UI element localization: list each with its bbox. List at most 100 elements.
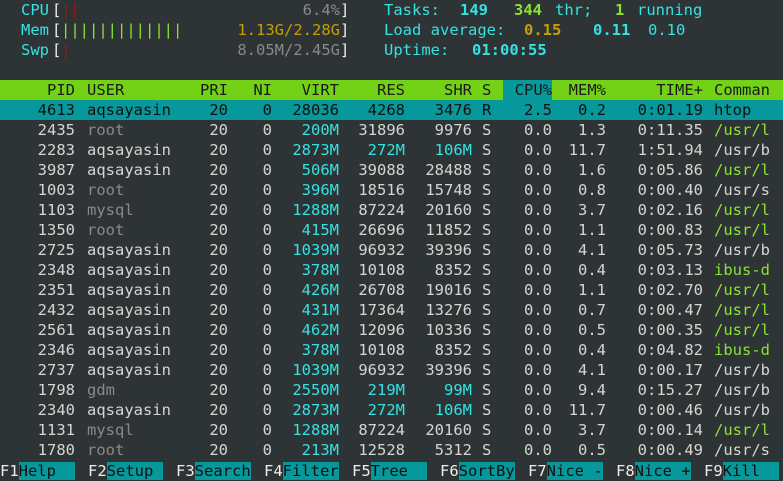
process-time: 0:00.14	[637, 421, 703, 439]
process-user: root	[87, 181, 125, 199]
process-user: root	[87, 121, 125, 139]
process-user: aqsayasin	[87, 241, 171, 259]
process-row[interactable]: 2561 aqsayasin 20 0 462M 12096 10336 S 0.0 0.5 0:0…	[0, 320, 783, 340]
process-pri: 20	[209, 401, 228, 419]
swap-meter-bars: |	[61, 41, 71, 59]
process-time: 0:04.82	[637, 341, 703, 359]
column-virt[interactable]: VIRT	[282, 80, 339, 100]
process-row[interactable]: 2435 root 20 0 200M 31896 9976 S 0.0 1.3 0:11.35/u…	[0, 120, 783, 140]
fkey-f9[interactable]: F9Kill	[704, 461, 779, 481]
process-mem: 3.7	[578, 421, 606, 439]
process-pid: 2725	[37, 241, 75, 259]
process-user: aqsayasin	[87, 301, 171, 319]
process-cpu: 0.0	[524, 401, 552, 419]
process-virt: 28036	[292, 101, 339, 119]
process-virt: 431M	[301, 301, 339, 319]
process-user: aqsayasin	[87, 141, 171, 159]
process-row[interactable]: 1798 gdm 20 0 2550M 219M 99M S 0.0 9.4 0:15.27/usr…	[0, 380, 783, 400]
process-cpu: 0.0	[524, 301, 552, 319]
process-ni: 0	[262, 181, 272, 199]
process-user: aqsayasin	[87, 281, 171, 299]
process-ni: 0	[262, 101, 272, 119]
process-cpu: 0.0	[524, 161, 552, 179]
process-ni: 0	[262, 361, 272, 379]
process-res: 12528	[358, 441, 405, 459]
process-user: aqsayasin	[87, 321, 171, 339]
column-pri[interactable]: PRI	[190, 80, 228, 100]
process-cpu: 0.0	[524, 241, 552, 259]
column-pid[interactable]: PID	[20, 80, 75, 100]
fkey-f1[interactable]: F1Help	[0, 461, 75, 481]
uptime-value: 01:00:55	[472, 41, 547, 59]
fkey-label: Filter	[282, 462, 339, 480]
process-user: aqsayasin	[87, 261, 171, 279]
process-cpu: 0.0	[524, 381, 552, 399]
column-cpu-sorted[interactable]: CPU%	[503, 80, 552, 100]
process-shr: 20160	[425, 421, 472, 439]
process-row[interactable]: 1131 mysql 20 0 1288M 87224 20160 S 0.0 3.7 0:00.1…	[0, 420, 783, 440]
process-virt: 1288M	[292, 421, 339, 439]
process-s: S	[482, 361, 492, 379]
fkey-number: F1	[0, 462, 19, 480]
column-user[interactable]: USER	[87, 80, 124, 100]
process-row[interactable]: 1350 root 20 0 415M 26696 11852 S 0.0 1.1 0:00.83 /…	[0, 220, 783, 240]
fkey-f3[interactable]: F3Search	[176, 461, 251, 481]
column-state[interactable]: S	[482, 80, 491, 100]
process-row[interactable]: 2725 aqsayasin 20 0 1039M 96932 39396 S 0.0 4.1 0:…	[0, 240, 783, 260]
load-5min: 0.11	[593, 21, 631, 39]
process-pid: 2561	[37, 321, 75, 339]
process-virt: 396M	[301, 181, 339, 199]
process-user: root	[87, 221, 125, 239]
process-row[interactable]: 2346 aqsayasin 20 0 378M 10108 8352 S 0.0 0.4 0:04…	[0, 340, 783, 360]
tasks-count: 149	[460, 1, 488, 19]
fkey-f4[interactable]: F4Filter	[264, 461, 339, 481]
process-row-selected[interactable]: 4613 aqsayasin 20 0 28036 4268 3476 R 2.5 0.2 0:01…	[0, 100, 783, 120]
process-cpu: 2.5	[524, 101, 552, 119]
process-time: 0:00.83	[637, 221, 703, 239]
column-mem[interactable]: MEM%	[556, 80, 606, 100]
process-cmd: ibus-d	[714, 261, 770, 279]
process-row[interactable]: 2351 aqsayasin 20 0 426M 26708 19016 S 0.0 1.1 0:0…	[0, 280, 783, 300]
process-ni: 0	[262, 201, 272, 219]
column-time[interactable]: TIME+	[615, 80, 703, 100]
process-row[interactable]: 2283 aqsayasin 20 0 2873M 272M 106M S 0.0 11.7 1:5…	[0, 140, 783, 160]
column-ni[interactable]: NI	[240, 80, 272, 100]
process-pid: 1350	[37, 221, 75, 239]
fkey-f8[interactable]: F8Nice +	[616, 461, 691, 481]
process-row[interactable]: 3987 aqsayasin 20 0 506M 39088 28488 S 0.0 1.6 0:0…	[0, 160, 783, 180]
fkey-f7[interactable]: F7Nice -	[528, 461, 603, 481]
process-ni: 0	[262, 281, 272, 299]
process-row[interactable]: 1003 root 20 0 396M 18516 15748 S 0.0 0.8 0:00.40 /…	[0, 180, 783, 200]
process-row[interactable]: 2348 aqsayasin 20 0 378M 10108 8352 S 0.0 0.4 0:03…	[0, 260, 783, 280]
process-row[interactable]: 2340 aqsayasin 20 0 2873M 272M 106M S 0.0 11.7 0:0…	[0, 400, 783, 420]
process-mem: 1.6	[578, 161, 606, 179]
column-res[interactable]: RES	[345, 80, 405, 100]
fkey-f2[interactable]: F2Setup	[88, 461, 163, 481]
process-row[interactable]: 2737 aqsayasin 20 0 1039M 96932 39396 S 0.0 4.1 0:…	[0, 360, 783, 380]
process-mem: 4.1	[578, 241, 606, 259]
process-virt: 213M	[301, 441, 339, 459]
load-1min: 0.15	[524, 21, 562, 39]
process-cpu: 0.0	[524, 421, 552, 439]
process-mem: 4.1	[578, 361, 606, 379]
process-pid: 2283	[37, 141, 75, 159]
process-res: 10108	[358, 261, 405, 279]
process-row[interactable]: 2432 aqsayasin 20 0 431M 17364 13276 S 0.0 0.7 0:0…	[0, 300, 783, 320]
htop-terminal[interactable]: CPU [ || 6.4% ] Mem [ ||||||||||||| 1.13…	[0, 0, 783, 481]
process-row[interactable]: 1780 root 20 0 213M 12528 5312 S 0.0 0.5 0:00.49/u…	[0, 440, 783, 460]
fkey-f5[interactable]: F5Tree	[352, 461, 427, 481]
tasks-summary: Tasks: 149 344 thr; 1 running	[384, 1, 703, 19]
process-row[interactable]: 1103 mysql 20 0 1288M 87224 20160 S 0.0 3.7 0:02.1…	[0, 200, 783, 220]
process-pid: 2340	[37, 401, 75, 419]
column-command[interactable]: Comman	[714, 80, 770, 100]
process-ni: 0	[262, 381, 272, 399]
process-mem: 0.5	[578, 441, 606, 459]
process-pid: 1798	[37, 381, 75, 399]
process-user: aqsayasin	[87, 161, 171, 179]
process-pid: 2351	[37, 281, 75, 299]
column-shr[interactable]: SHR	[410, 80, 472, 100]
fkey-f6[interactable]: F6SortBy	[440, 461, 515, 481]
process-res: 4268	[367, 101, 405, 119]
process-mem: 1.1	[578, 221, 606, 239]
process-user: aqsayasin	[87, 401, 171, 419]
